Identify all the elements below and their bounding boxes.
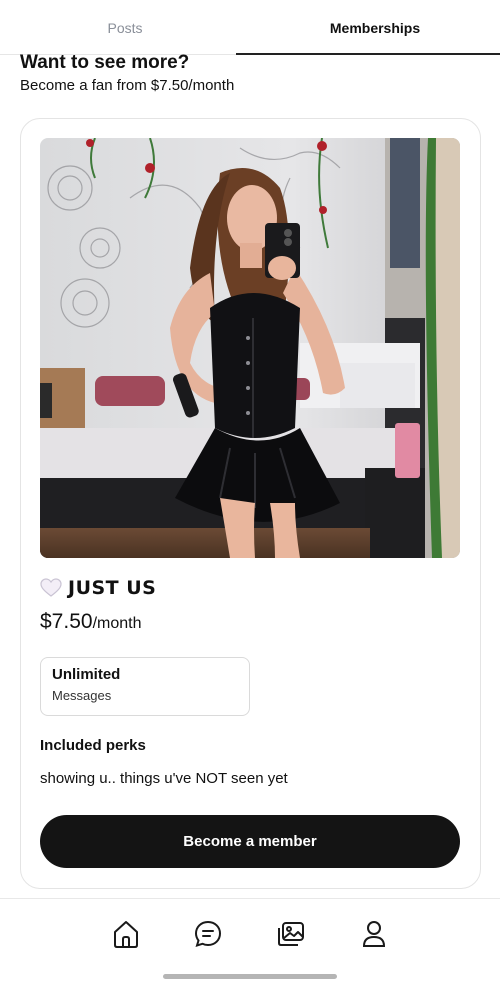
- profile-icon[interactable]: [359, 918, 389, 950]
- home-icon[interactable]: [111, 918, 141, 950]
- perks-heading: Included perks: [40, 737, 146, 754]
- tier-title: JUST US: [40, 576, 156, 600]
- price-period: /month: [92, 615, 142, 632]
- active-tab-indicator: [236, 53, 500, 55]
- tier-name: JUST US: [68, 577, 157, 599]
- chat-icon[interactable]: [193, 918, 223, 950]
- perks-text: showing u.. things u've NOT seen yet: [40, 770, 288, 787]
- promo-subtitle: Become a fan from $7.50/month: [20, 77, 235, 94]
- benefit-box: Unlimited Messages: [40, 657, 250, 716]
- bottom-nav-divider: [0, 898, 500, 899]
- promo-title: Want to see more?: [20, 52, 190, 73]
- price-amount: $7.50: [40, 610, 93, 633]
- benefit-title: Unlimited: [52, 666, 121, 683]
- membership-photo: [40, 138, 460, 558]
- gallery-icon[interactable]: [276, 918, 306, 950]
- home-indicator[interactable]: [163, 974, 337, 979]
- white-heart-icon: [40, 578, 62, 598]
- tab-memberships[interactable]: Memberships: [250, 0, 500, 55]
- tab-posts[interactable]: Posts: [0, 0, 250, 55]
- membership-price: $7.50/month: [40, 610, 141, 634]
- become-member-button[interactable]: Become a member: [40, 815, 460, 868]
- benefit-subtitle: Messages: [52, 688, 112, 703]
- tab-bar: Posts Memberships: [0, 0, 500, 55]
